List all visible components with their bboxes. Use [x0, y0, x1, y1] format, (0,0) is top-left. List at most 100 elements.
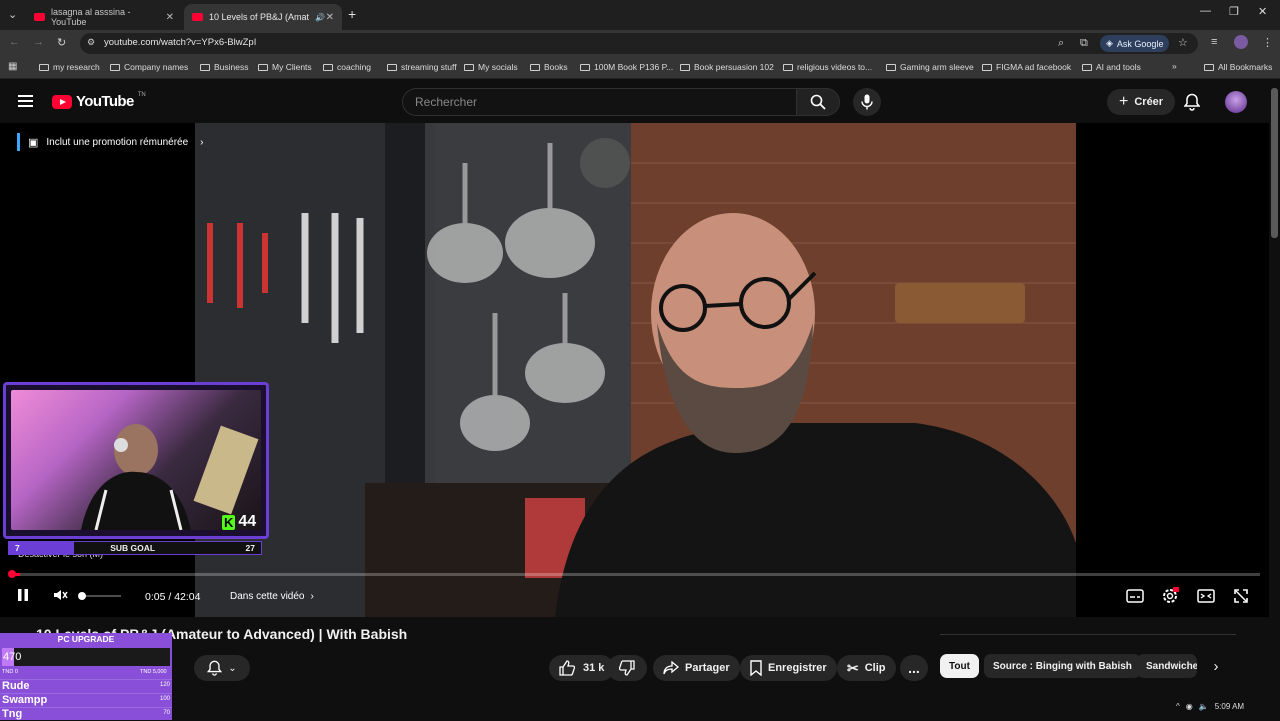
more-actions-button[interactable]: ...	[900, 655, 928, 681]
clock[interactable]: 5:09 AM	[1215, 702, 1244, 711]
site-info-icon[interactable]: ⚙	[87, 37, 95, 48]
bookmark-folder[interactable]: AI and tools	[1082, 62, 1141, 72]
bookmark-folder[interactable]: My Clients	[258, 62, 312, 72]
chapters-button[interactable]: Dans cette vidéo ›	[230, 591, 314, 602]
tray-expand-icon[interactable]: ^	[1176, 702, 1180, 711]
like-button[interactable]: 31 k	[549, 655, 615, 681]
volume-icon[interactable]: 🔈	[1199, 702, 1209, 711]
youtube-favicon-icon	[34, 13, 45, 21]
volume-button[interactable]	[52, 587, 68, 603]
volume-knob[interactable]	[78, 592, 86, 600]
cast-icon[interactable]: ⧉	[1080, 37, 1088, 50]
tab-pbj[interactable]: 10 Levels of PB&J (Amateur 🔊 ✕	[184, 4, 342, 30]
bookmark-folder[interactable]: Business	[200, 62, 249, 72]
bookmark-folder[interactable]: FIGMA ad facebook	[982, 62, 1071, 72]
search-input[interactable]: Rechercher	[402, 88, 796, 116]
subtitles-button[interactable]	[1126, 589, 1144, 603]
url-text[interactable]: youtube.com/watch?v=YPx6-BlwZpI	[104, 37, 256, 48]
create-label: Créer	[1134, 96, 1164, 108]
share-icon	[663, 661, 679, 675]
bookmark-star-icon[interactable]: ☆	[1178, 36, 1188, 49]
donation-goal-max: TND 5,000	[140, 669, 167, 675]
kick-follower-count: K 44	[222, 513, 256, 531]
close-tab-icon[interactable]: ✕	[166, 12, 174, 23]
bookmark-folder[interactable]: coaching	[323, 62, 371, 72]
logo-text: YouTube	[76, 93, 134, 110]
bookmark-folder[interactable]: Company names	[110, 62, 188, 72]
bookmark-label: FIGMA ad facebook	[996, 62, 1072, 72]
back-icon[interactable]: ←	[9, 36, 20, 48]
close-tab-icon[interactable]: ✕	[326, 12, 334, 23]
page-scrollbar[interactable]	[1271, 88, 1278, 238]
like-count: 31 k	[583, 662, 605, 674]
bookmark-folder[interactable]: My socials	[464, 62, 518, 72]
bookmark-folder[interactable]: Books	[530, 62, 568, 72]
bookmark-folder[interactable]: Gaming arm sleeve	[886, 62, 974, 72]
chip-all[interactable]: Tout	[940, 654, 979, 678]
profile-avatar[interactable]	[1234, 35, 1248, 49]
close-window-icon[interactable]: ✕	[1258, 5, 1267, 18]
all-bookmarks[interactable]: All Bookmarks	[1204, 62, 1272, 72]
volume-slider[interactable]	[85, 595, 121, 597]
system-tray: ^ ◉ 🔈 5:09 AM	[1176, 702, 1244, 711]
video-frame[interactable]	[195, 123, 1076, 617]
bookmark-folder[interactable]: my research	[39, 62, 100, 72]
create-button[interactable]: + Créer	[1107, 89, 1176, 115]
tab-label: lasagna al asssina - YouTube	[51, 7, 131, 27]
theater-mode-button[interactable]	[1197, 589, 1215, 603]
pause-button[interactable]	[16, 587, 30, 603]
more-icon: ...	[908, 660, 920, 676]
notifications-bell-icon[interactable]	[1183, 93, 1201, 116]
bookmark-folder[interactable]: religious videos to...	[783, 62, 872, 72]
leaderboard-amount: 70	[163, 710, 170, 716]
dislike-button[interactable]	[607, 655, 647, 681]
video-progress-bar[interactable]	[12, 573, 1260, 576]
forward-icon[interactable]: →	[33, 36, 44, 48]
clip-label: Clip	[864, 662, 886, 674]
account-avatar[interactable]	[1225, 91, 1247, 113]
save-button[interactable]: Enregistrer	[740, 655, 837, 681]
minimize-icon[interactable]: —	[1200, 5, 1211, 17]
bookmark-label: My Clients	[272, 62, 312, 72]
bookmark-folder[interactable]: 100M Book P136 P...	[580, 62, 673, 72]
search-icon	[810, 94, 826, 110]
youtube-logo[interactable]: YouTube TN	[52, 92, 146, 110]
apps-grid-icon[interactable]: ▦	[8, 61, 17, 72]
browser-menu-icon[interactable]: ⋮	[1262, 36, 1273, 49]
paid-promotion-badge[interactable]: ▣ Inclut une promotion rémunérée ›	[17, 133, 204, 151]
progress-scrubber[interactable]	[8, 570, 16, 578]
ask-google-button[interactable]: ◈ Ask Google	[1100, 35, 1170, 52]
reload-icon[interactable]: ↻	[57, 36, 66, 49]
subscription-bell-button[interactable]: ⌄	[194, 655, 250, 681]
score-value: 44	[238, 513, 257, 530]
bookmark-folder[interactable]: streaming stuff	[387, 62, 457, 72]
fullscreen-button[interactable]	[1233, 588, 1249, 604]
new-tab-button[interactable]: +	[348, 6, 356, 22]
chips-next-button[interactable]: ›	[1204, 656, 1228, 676]
leaderboard-name: Tng	[2, 708, 23, 720]
folder-icon	[258, 63, 268, 71]
settings-button[interactable]	[1161, 587, 1179, 605]
search-button[interactable]	[796, 88, 840, 116]
lens-icon: ◈	[1106, 38, 1113, 48]
hamburger-menu-icon[interactable]	[18, 95, 33, 107]
leaderboard-amount: 100	[159, 696, 170, 702]
audio-icon[interactable]: 🔊	[315, 13, 325, 22]
youtube-play-icon	[52, 94, 72, 109]
maximize-icon[interactable]: ❐	[1229, 5, 1239, 18]
bookmark-folder[interactable]: Book persuasion 102	[680, 62, 774, 72]
share-button[interactable]: Partager	[653, 655, 740, 681]
tab-groups-icon[interactable]: ≡	[1211, 36, 1217, 48]
network-icon[interactable]: ◉	[1186, 702, 1193, 711]
chip-sandwiches[interactable]: Sandwiches	[1137, 654, 1197, 678]
bookmark-label: streaming stuff	[401, 62, 457, 72]
zoom-icon[interactable]: ⌕	[1058, 37, 1064, 50]
tab-lasagna[interactable]: lasagna al asssina - YouTube ✕	[26, 4, 182, 30]
chip-source[interactable]: Source : Binging with Babish	[984, 654, 1141, 678]
bookmarks-overflow-icon[interactable]: »	[1172, 61, 1177, 71]
folder-icon	[1204, 63, 1214, 71]
voice-search-button[interactable]	[853, 88, 881, 116]
clip-button[interactable]: ✂ Clip	[837, 655, 896, 681]
folder-icon	[39, 63, 49, 71]
tab-search-icon[interactable]: ⌄	[8, 8, 17, 21]
